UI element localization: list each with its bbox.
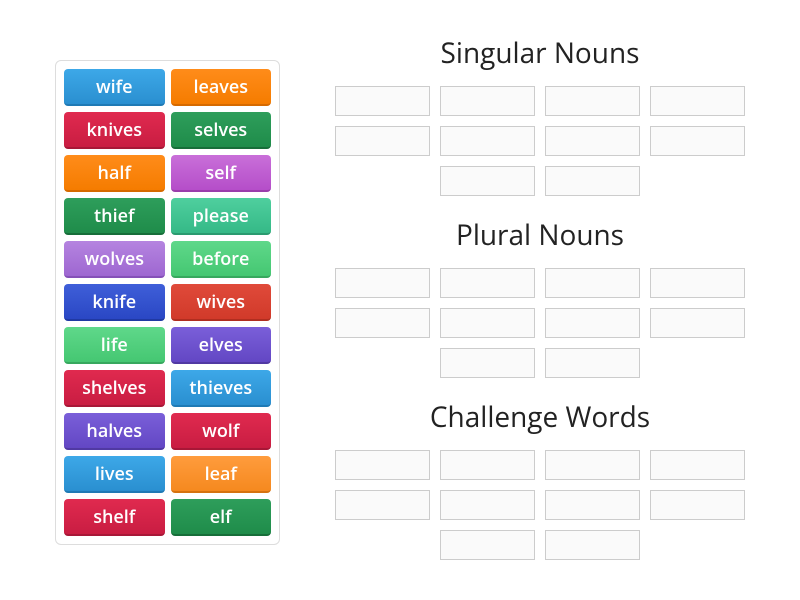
drop-slot[interactable]	[545, 530, 640, 560]
word-tile[interactable]: half	[64, 155, 165, 192]
drop-slot[interactable]	[545, 268, 640, 298]
drop-slot[interactable]	[650, 86, 745, 116]
drop-slot[interactable]	[545, 166, 640, 196]
word-bank: wifeleavesknivesselveshalfselfthiefpleas…	[55, 60, 280, 545]
drop-slot[interactable]	[335, 126, 430, 156]
drop-slot[interactable]	[440, 348, 535, 378]
drop-slot[interactable]	[335, 450, 430, 480]
drop-slot[interactable]	[335, 490, 430, 520]
drop-slot[interactable]	[440, 86, 535, 116]
drop-slot[interactable]	[335, 268, 430, 298]
drop-slot[interactable]	[650, 308, 745, 338]
drop-slot[interactable]	[545, 490, 640, 520]
drop-slot[interactable]	[650, 450, 745, 480]
drop-slot[interactable]	[440, 308, 535, 338]
word-tile[interactable]: shelf	[64, 499, 165, 536]
activity-container: wifeleavesknivesselveshalfselfthiefpleas…	[0, 0, 800, 598]
word-tile[interactable]: self	[171, 155, 272, 192]
word-tile[interactable]: life	[64, 327, 165, 364]
drop-slot[interactable]	[545, 126, 640, 156]
drop-slot[interactable]	[650, 490, 745, 520]
word-tile[interactable]: selves	[171, 112, 272, 149]
drop-slot[interactable]	[335, 86, 430, 116]
word-tile[interactable]: elf	[171, 499, 272, 536]
drop-slot[interactable]	[650, 268, 745, 298]
drop-slot[interactable]	[440, 126, 535, 156]
word-tile[interactable]: before	[171, 241, 272, 278]
word-tile[interactable]: knife	[64, 284, 165, 321]
drop-slot[interactable]	[545, 348, 640, 378]
group-title: Plural Nouns	[310, 216, 770, 254]
drop-slot[interactable]	[335, 308, 430, 338]
slot-row	[310, 268, 770, 378]
drop-slot[interactable]	[545, 450, 640, 480]
word-tile[interactable]: elves	[171, 327, 272, 364]
slot-row	[310, 86, 770, 196]
word-tile[interactable]: wives	[171, 284, 272, 321]
word-tile[interactable]: shelves	[64, 370, 165, 407]
word-tile[interactable]: leaves	[171, 69, 272, 106]
word-tile[interactable]: wolf	[171, 413, 272, 450]
drop-slot[interactable]	[440, 166, 535, 196]
word-tile[interactable]: please	[171, 198, 272, 235]
group-title: Challenge Words	[310, 398, 770, 436]
drop-slot[interactable]	[650, 126, 745, 156]
drop-slot[interactable]	[440, 450, 535, 480]
group-title: Singular Nouns	[310, 34, 770, 72]
drop-slot[interactable]	[545, 308, 640, 338]
drop-slot[interactable]	[440, 490, 535, 520]
word-tile[interactable]: lives	[64, 456, 165, 493]
word-tile[interactable]: leaf	[171, 456, 272, 493]
word-tile[interactable]: thief	[64, 198, 165, 235]
drop-zones: Singular Nouns Plural Nouns Challenge Word…	[310, 30, 770, 568]
word-tile[interactable]: wolves	[64, 241, 165, 278]
drop-slot[interactable]	[440, 268, 535, 298]
slot-row	[310, 450, 770, 560]
word-tile[interactable]: wife	[64, 69, 165, 106]
word-tile[interactable]: thieves	[171, 370, 272, 407]
word-tile[interactable]: knives	[64, 112, 165, 149]
drop-slot[interactable]	[440, 530, 535, 560]
drop-slot[interactable]	[545, 86, 640, 116]
word-tile[interactable]: halves	[64, 413, 165, 450]
